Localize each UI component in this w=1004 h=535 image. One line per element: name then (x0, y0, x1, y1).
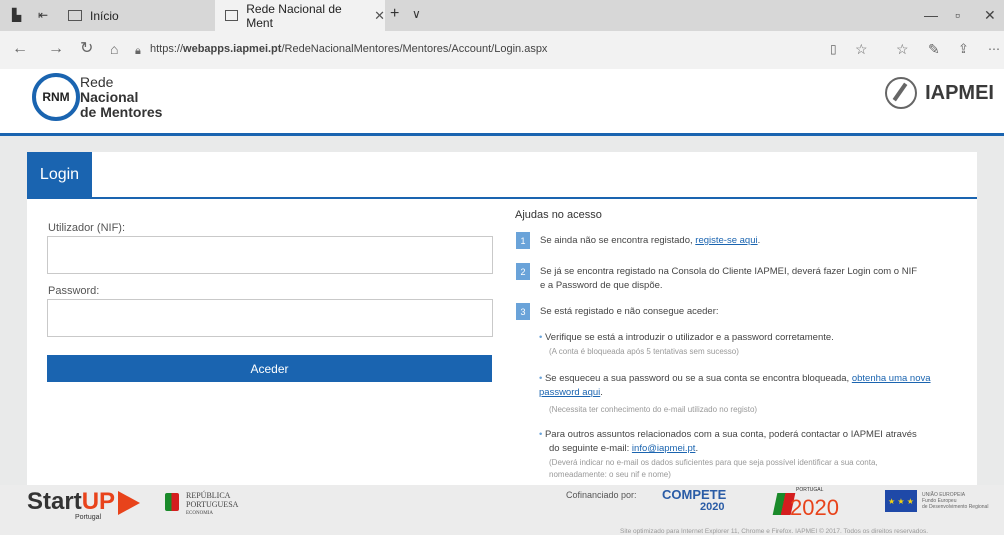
portugal-flag-icon (165, 493, 179, 511)
compete-year: 2020 (700, 501, 725, 513)
bullet-tail: . (695, 443, 699, 454)
iapmei-logo[interactable]: IAPMEI (885, 77, 994, 109)
address-bar: ← → ↻ ⌂ 🔒︎ https://webapps.iapmei.pt/Red… (0, 31, 1004, 70)
password-input[interactable] (47, 299, 493, 337)
help-item-1: Se ainda não se encontra registado, regi… (540, 234, 760, 248)
favorites-hub-icon[interactable]: ☆ (896, 39, 909, 59)
help-bullet-3: • Para outros assuntos relacionados com … (539, 428, 917, 456)
bullet-text: Para outros assuntos relacionados com a … (544, 429, 917, 440)
tab-label: Início (90, 8, 119, 23)
forward-icon[interactable]: → (48, 39, 64, 59)
page-icon (68, 10, 82, 21)
page-icon (225, 10, 239, 21)
rnm-logo-initials: RNM (42, 90, 70, 104)
republica-portuguesa-logo[interactable]: REPÚBLICA PORTUGUESA ECONOMIA (186, 491, 238, 518)
help-number-badge: 1 (516, 232, 530, 249)
iapmei-emblem-icon (885, 77, 918, 109)
help-title: Ajudas no acesso (515, 209, 602, 221)
reading-view-icon[interactable]: ▯ (830, 39, 837, 59)
url-prefix: https:// (150, 43, 184, 55)
browser-tab-bar: ▙ ⇤ Início Rede Nacional de Ment ✕ + ∨ —… (0, 0, 1004, 31)
eu-flag-icon: ★ ★ ★ (885, 490, 917, 512)
bullet-icon: • (539, 429, 543, 440)
new-tab-button[interactable]: + (390, 5, 399, 23)
url-path: /RedeNacionalMentores/Mentores/Account/L… (281, 43, 548, 55)
logo-line2: Nacional (80, 89, 139, 105)
favorite-star-icon[interactable]: ☆ (855, 39, 868, 59)
portugal2020-caption: PORTUGAL (796, 487, 824, 493)
rnm-logo-text: Rede Nacional de Mentores (80, 75, 162, 120)
close-window-icon[interactable]: ✕ (984, 7, 996, 24)
minimize-icon[interactable]: — (924, 7, 938, 23)
help-item-text: Se ainda não se encontra registado, (540, 235, 696, 246)
more-icon[interactable]: ⋯ (988, 39, 1000, 59)
compete-logo[interactable]: COMPETE (662, 488, 726, 501)
bullet-tail: . (600, 387, 603, 398)
help-number-badge: 2 (516, 263, 530, 280)
bullet-text: do seguinte e-mail: (549, 443, 632, 454)
help-bullet-2: • Se esqueceu a sua password ou se a sua… (539, 372, 959, 400)
bullet-icon: • (539, 373, 543, 384)
startup-start: Start (27, 488, 82, 515)
tab-list-icon[interactable]: ∨ (412, 7, 421, 21)
back-icon[interactable]: ← (12, 39, 28, 59)
password-label: Password: (48, 285, 100, 297)
footer: StartUP Portugal REPÚBLICA PORTUGUESA EC… (0, 485, 1004, 535)
republica-line3: ECONOMIA (186, 511, 213, 516)
iapmei-name: IAPMEI (925, 81, 994, 104)
cofinanced-label: Cofinanciado por: (566, 490, 637, 500)
user-label: Utilizador (NIF): (48, 222, 126, 234)
logo-line3: de Mentores (80, 104, 163, 120)
aceder-button[interactable]: Aceder (47, 355, 492, 382)
bullet-text: Verifique se está a introduzir o utiliza… (544, 332, 834, 343)
web-note-icon[interactable]: ✎ (928, 39, 940, 59)
bullet-note: (Necessita ter conhecimento do e-mail ut… (549, 405, 758, 414)
bullet-note: (A conta é bloqueada após 5 tentativas s… (549, 347, 739, 356)
site-header: RNM Rede Nacional de Mentores IAPMEI (0, 69, 1004, 136)
refresh-icon[interactable]: ↻ (80, 39, 93, 59)
help-number-badge: 3 (516, 303, 530, 320)
register-link[interactable]: registe-se aqui (695, 235, 757, 246)
help-item-2: Se já se encontra registado na Consola d… (540, 265, 917, 293)
bullet-note: (Deverá indicar no e-mail os dados sufic… (549, 458, 878, 467)
tab-rede-nacional[interactable]: Rede Nacional de Ment ✕ (215, 0, 385, 31)
help-item-tail: . (757, 235, 761, 246)
tab-actions-icon[interactable]: ▙ (12, 8, 21, 22)
close-tab-icon[interactable]: ✕ (374, 8, 385, 24)
bullet-icon: • (539, 332, 543, 343)
rnm-logo[interactable]: RNM (32, 73, 80, 121)
help-item-text: e a Password de que dispõe. (540, 280, 663, 291)
tab-inicio[interactable]: Início (60, 0, 218, 31)
startup-logo[interactable]: StartUP (27, 488, 115, 516)
tab-label: Rede Nacional de Ment (246, 1, 342, 30)
startup-country: Portugal (75, 514, 102, 521)
republica-line1: REPÚBLICA (186, 491, 231, 500)
back-to-tabs-icon[interactable]: ⇤ (38, 8, 48, 22)
bullet-note: nomeadamente: o seu nif e nome) (549, 470, 671, 479)
home-icon[interactable]: ⌂ (110, 39, 118, 59)
eu-line3: de Desenvolvimento Regional (922, 504, 989, 510)
portugal2020-logo[interactable]: 2020 (790, 495, 839, 521)
republica-line2: PORTUGUESA (186, 500, 239, 509)
url-domain: webapps.iapmei.pt (183, 43, 282, 55)
card-header: Login (27, 152, 977, 199)
help-bullet-1: • Verifique se está a introduzir o utili… (539, 331, 834, 345)
logo-line1: Rede (80, 74, 114, 90)
help-item-text: Se já se encontra registado na Consola d… (540, 266, 918, 277)
login-card: Login Utilizador (NIF): Password: Aceder… (27, 152, 977, 485)
startup-arrow-icon (118, 491, 140, 515)
user-input[interactable] (47, 236, 493, 274)
legal-notice: Site optimizado para Internet Explorer 1… (620, 528, 929, 535)
lock-icon: 🔒︎ (135, 45, 141, 57)
share-icon[interactable]: ⇪ (958, 39, 969, 59)
email-link[interactable]: info@iapmei.pt (632, 443, 696, 454)
startup-up: UP (81, 488, 116, 515)
maximize-icon[interactable]: ▫ (955, 7, 960, 23)
help-item-3: Se está registado e não consegue aceder: (540, 306, 719, 317)
url-field[interactable]: https://webapps.iapmei.pt/RedeNacionalMe… (150, 39, 547, 59)
eu-fund-logo[interactable]: UNIÃO EUROPEIA Fundo Europeu de Desenvol… (922, 492, 988, 510)
tab-login[interactable]: Login (27, 152, 92, 197)
bullet-text: Se esqueceu a sua password ou se a sua c… (544, 373, 852, 384)
